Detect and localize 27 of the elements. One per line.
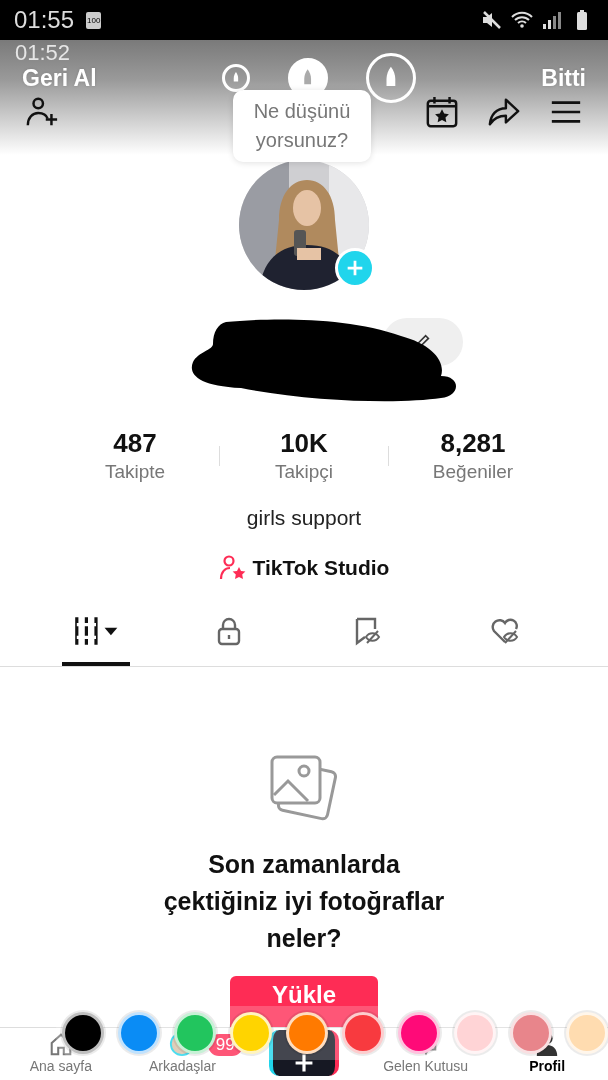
calendar-star-icon[interactable] [424, 94, 460, 129]
stat-value: 10K [280, 428, 328, 458]
color-swatch[interactable] [62, 1012, 104, 1054]
stat-label: Takipte [104, 460, 166, 484]
undo-button[interactable]: Geri Al [22, 64, 97, 92]
done-button[interactable]: Bitti [541, 64, 586, 92]
battery-level-icon: 100 [86, 11, 102, 29]
grid-dropdown-icon [72, 615, 120, 647]
stat-label: Takipçi [274, 460, 334, 484]
stat-value: 8,281 [440, 428, 506, 458]
color-swatch[interactable] [398, 1012, 440, 1054]
empty-state-title: Son zamanlarda çektiğiniz iyi fotoğraflar neler? [163, 849, 445, 954]
heart-eye-slash-icon [490, 616, 520, 646]
tooltip: Ne düşünü yorsunuz? [233, 90, 371, 162]
color-swatch[interactable] [174, 1012, 216, 1054]
plus-icon [294, 1053, 314, 1073]
color-swatch[interactable] [454, 1012, 496, 1054]
color-swatch[interactable] [566, 1012, 608, 1054]
studio-link[interactable]: TikTok Studio [252, 556, 390, 580]
person-star-icon [218, 554, 247, 582]
background-clock: 01:52 [15, 40, 71, 66]
color-swatch[interactable] [118, 1012, 160, 1054]
stat-value: 487 [113, 428, 157, 458]
color-swatch[interactable] [510, 1012, 552, 1054]
clock: 01:55 [14, 6, 75, 34]
bio-text: girls support [245, 506, 363, 530]
stat-label: Beğeniler [432, 460, 514, 484]
